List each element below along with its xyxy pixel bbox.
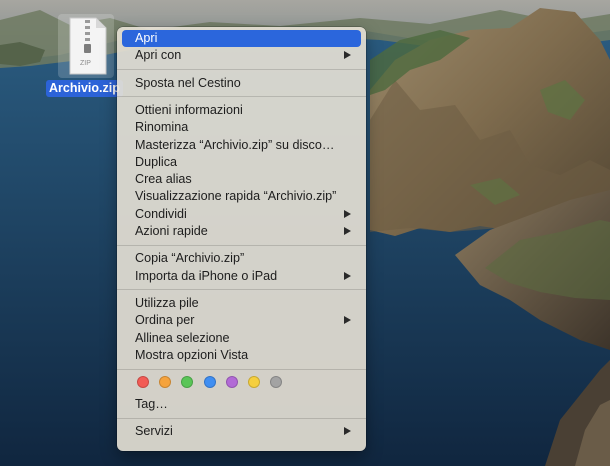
chevron-right-icon <box>344 316 351 325</box>
menu-item-label: Condividi <box>135 206 187 221</box>
menu-separator <box>117 69 366 71</box>
menu-item-label: Ottieni informazioni <box>135 102 243 117</box>
menu-separator <box>117 289 366 291</box>
menu-item-utilizza-pile[interactable]: Utilizza pile <box>122 295 361 312</box>
menu-item-condividi[interactable]: Condividi <box>122 206 361 223</box>
menu-item-label: Masterizza “Archivio.zip” su disco… <box>135 137 335 152</box>
tag-purple-dot[interactable] <box>225 376 238 389</box>
menu-item-tag[interactable]: Tag… <box>122 396 361 413</box>
menu-item-label: Allinea selezione <box>135 330 230 345</box>
menu-item-label: Crea alias <box>135 172 192 187</box>
zip-file-icon[interactable]: ZIP <box>58 14 114 78</box>
menu-item-sposta-nel-cestino[interactable]: Sposta nel Cestino <box>122 75 361 92</box>
menu-item-label: Duplica <box>135 154 177 169</box>
menu-item-label: Visualizzazione rapida “Archivio.zip” <box>135 189 337 204</box>
tag-red-dot[interactable] <box>137 376 149 389</box>
menu-item-label: Utilizza pile <box>135 295 199 310</box>
file-name-label[interactable]: Archivio.zip <box>46 80 123 97</box>
menu-item-copia-archivio-zip[interactable]: Copia “Archivio.zip” <box>122 250 361 267</box>
chevron-right-icon <box>344 427 351 436</box>
tag-yellow-dot[interactable] <box>248 376 260 389</box>
chevron-right-icon <box>344 51 351 60</box>
menu-item-label: Azioni rapide <box>135 224 208 238</box>
menu-separator <box>117 417 366 419</box>
menu-separator <box>117 244 366 246</box>
chevron-right-icon <box>344 271 351 280</box>
menu-item-importa-da-iphone-o-ipad[interactable]: Importa da iPhone o iPad <box>122 268 361 285</box>
menu-item-label: Mostra opzioni Vista <box>135 347 249 362</box>
context-menu: Apri Apri con Sposta nel Cestino Ottieni in… <box>117 27 366 451</box>
menu-item-label: Importa da iPhone o iPad <box>135 268 278 283</box>
menu-item-masterizza-archivio-zip-su-disco[interactable]: Masterizza “Archivio.zip” su disco… <box>122 137 361 154</box>
tag-orange-dot[interactable] <box>159 376 172 389</box>
menu-item-allinea-selezione[interactable]: Allinea selezione <box>122 330 361 347</box>
menu-item-label: Apri <box>135 31 158 45</box>
menu-item-label: Servizi <box>135 424 173 439</box>
menu-separator <box>117 368 366 370</box>
menu-item-label: Copia “Archivio.zip” <box>135 251 245 266</box>
menu-item-apri-con[interactable]: Apri con <box>122 47 361 64</box>
menu-item-label: Rinomina <box>135 120 189 135</box>
zip-badge: ZIP <box>80 60 91 67</box>
menu-item-label: Sposta nel Cestino <box>135 75 241 90</box>
menu-item-label: Apri con <box>135 48 182 63</box>
menu-item-duplica[interactable]: Duplica <box>122 154 361 171</box>
chevron-right-icon <box>344 209 351 218</box>
menu-item-ottieni-informazioni[interactable]: Ottieni informazioni <box>122 102 361 119</box>
tag-blue-dot[interactable] <box>203 376 216 389</box>
menu-item-crea-alias[interactable]: Crea alias <box>122 171 361 188</box>
menu-item-ordina-per[interactable]: Ordina per <box>122 312 361 329</box>
menu-item-apri[interactable]: Apri <box>122 30 361 47</box>
menu-item-visualizzazione-rapida-archivio-zip[interactable]: Visualizzazione rapida “Archivio.zip” <box>122 188 361 205</box>
menu-separator <box>117 96 366 98</box>
menu-item-servizi[interactable]: Servizi <box>122 423 361 440</box>
menu-item-label: Ordina per <box>135 313 195 328</box>
menu-item-rinomina[interactable]: Rinomina <box>122 119 361 136</box>
menu-item-label: Tag… <box>135 397 168 412</box>
tag-green-dot[interactable] <box>181 376 194 389</box>
menu-item-azioni-rapide[interactable]: Azioni rapide <box>122 223 361 240</box>
chevron-right-icon <box>344 227 351 235</box>
tag-gray-dot[interactable] <box>270 376 283 389</box>
menu-item-mostra-opzioni-vista[interactable]: Mostra opzioni Vista <box>122 347 361 364</box>
